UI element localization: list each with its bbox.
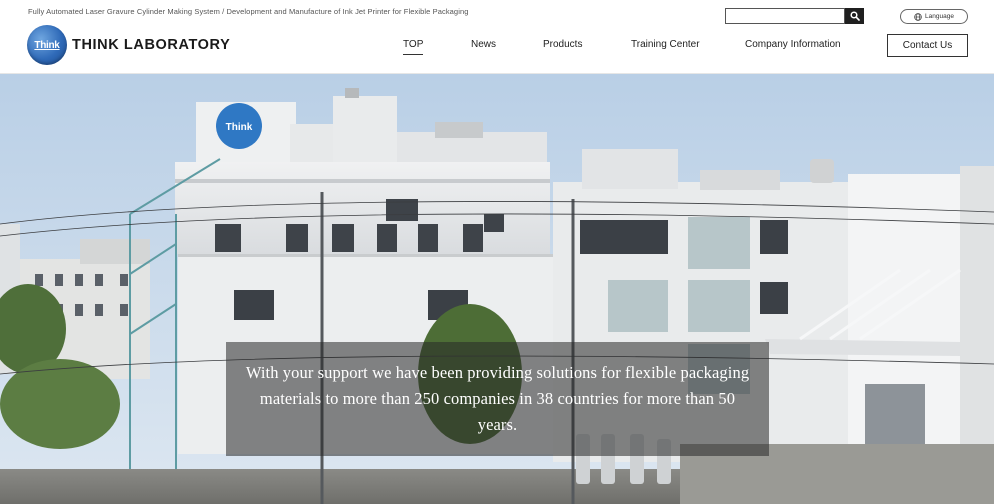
nav-products[interactable]: Products [543,39,582,50]
nav-news[interactable]: News [471,39,496,50]
header-tagline: Fully Automated Laser Gravure Cylinder M… [28,7,469,16]
contact-us-button[interactable]: Contact Us [887,34,968,57]
language-button[interactable]: Language [900,9,968,24]
globe-icon [914,12,922,21]
nav-training-center[interactable]: Training Center [631,39,700,50]
nav-top[interactable]: TOP [403,39,424,55]
nav-company-information[interactable]: Company Information [745,39,841,50]
logo-badge: Think [27,25,67,65]
hero-banner: Think With your support we have been pro… [0,74,994,504]
building-sign-text: Think [226,122,253,133]
site-header: Fully Automated Laser Gravure Cylinder M… [0,0,994,74]
site-logo[interactable]: Think THINK LABORATORY [27,25,231,65]
logo-text: THINK LABORATORY [72,37,231,53]
search-button[interactable] [845,8,864,24]
search-icon [849,11,860,21]
logo-badge-text: Think [34,39,60,51]
search-input[interactable] [725,8,845,24]
hero-caption-box: With your support we have been providing… [226,342,769,456]
hero-caption-text: With your support we have been providing… [245,363,750,434]
language-label: Language [925,13,954,20]
